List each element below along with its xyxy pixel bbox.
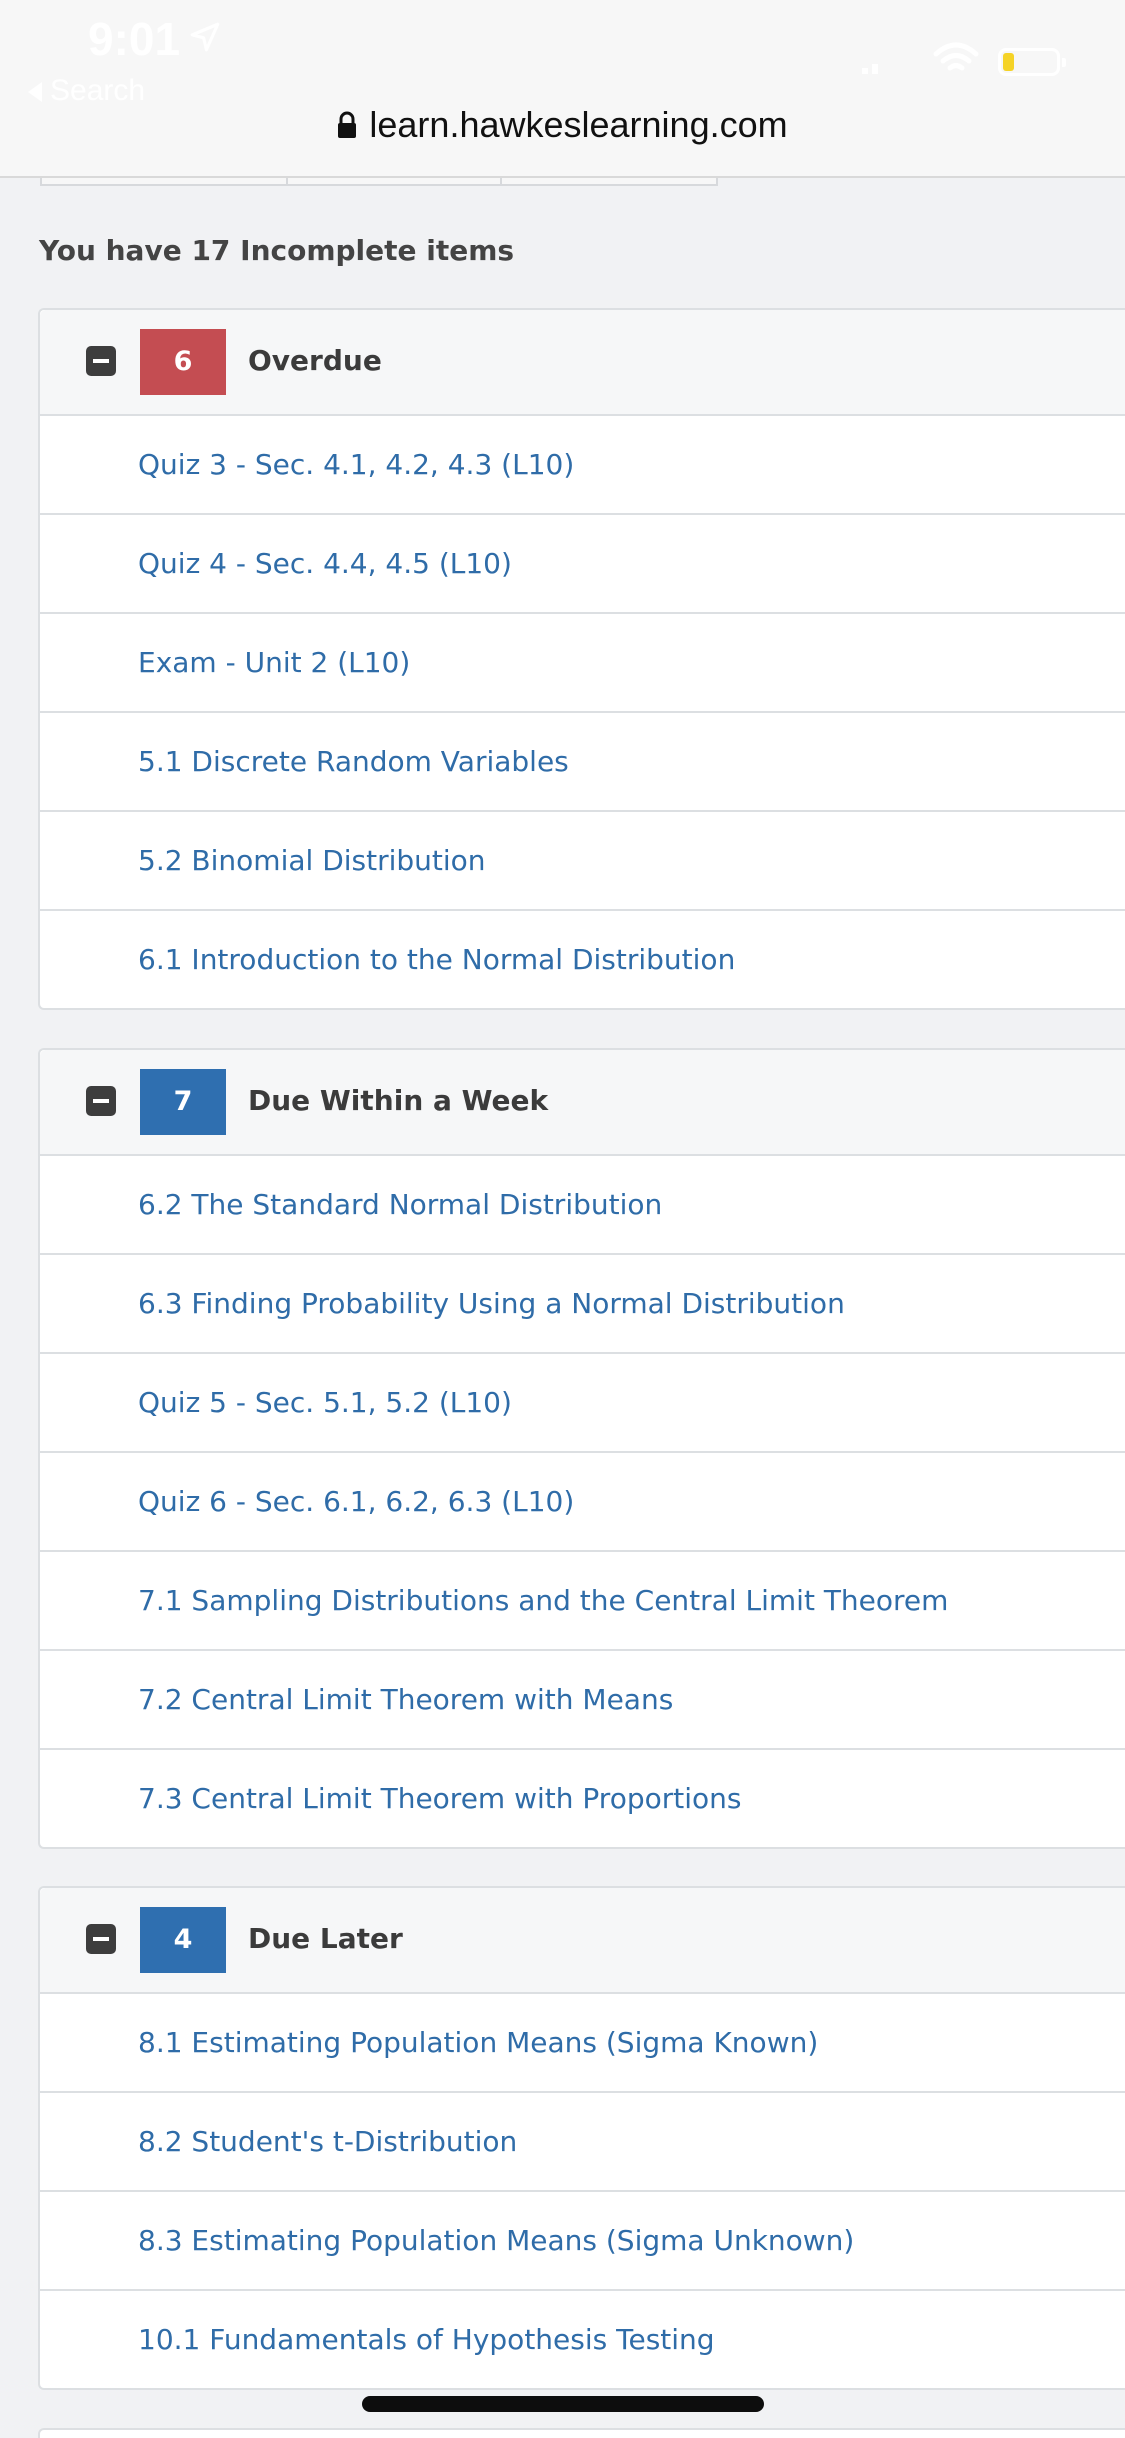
- lock-icon: [338, 111, 357, 138]
- battery-icon: [998, 48, 1066, 76]
- group-title: Due Later: [248, 1922, 403, 1955]
- cellular-signal-icon: [862, 64, 878, 74]
- assignment-link[interactable]: 6.2 The Standard Normal Distribution: [138, 1188, 662, 1221]
- list-item: 8.3 Estimating Population Means (Sigma U…: [40, 2192, 1125, 2291]
- group-overdue: 6 Overdue Quiz 3 - Sec. 4.1, 4.2, 4.3 (L…: [38, 308, 1125, 1010]
- assignment-link[interactable]: Quiz 3 - Sec. 4.1, 4.2, 4.3 (L10): [138, 448, 574, 481]
- list-item: Exam - Unit 2 (L10): [40, 614, 1125, 713]
- assignment-link[interactable]: 6.1 Introduction to the Normal Distribut…: [138, 943, 735, 976]
- list-item: 6.3 Finding Probability Using a Normal D…: [40, 1255, 1125, 1354]
- list-item: 5.2 Binomial Distribution: [40, 812, 1125, 911]
- battery-level: [1003, 53, 1014, 71]
- overdue-count-badge: 6: [140, 329, 226, 395]
- list-item: 6.2 The Standard Normal Distribution: [40, 1156, 1125, 1255]
- list-item: 6.1 Introduction to the Normal Distribut…: [40, 911, 1125, 1008]
- list-item: 5.1 Discrete Random Variables: [40, 713, 1125, 812]
- list-item: 10.1 Fundamentals of Hypothesis Testing: [40, 2291, 1125, 2388]
- list-item: 8.1 Estimating Population Means (Sigma K…: [40, 1994, 1125, 2093]
- back-triangle-icon: [28, 82, 42, 103]
- tab-stub[interactable]: [286, 178, 502, 186]
- browser-top-bar: 9:01 Search learn.hawkeslearning.com: [0, 0, 1125, 178]
- wifi-icon: [933, 42, 979, 71]
- location-arrow-icon: [190, 22, 220, 52]
- address-bar[interactable]: learn.hawkeslearning.com: [0, 104, 1125, 146]
- list-item: 8.2 Student's t-Distribution: [40, 2093, 1125, 2192]
- list-item: Quiz 4 - Sec. 4.4, 4.5 (L10): [40, 515, 1125, 614]
- incomplete-items-heading: You have 17 Incomplete items: [39, 234, 515, 267]
- assignment-link[interactable]: 5.2 Binomial Distribution: [138, 844, 486, 877]
- later-count-badge: 4: [140, 1907, 226, 1973]
- group-title: Due Within a Week: [248, 1084, 549, 1117]
- group-due-later: 4 Due Later 8.1 Estimating Population Me…: [38, 1886, 1125, 2390]
- collapse-minus-icon[interactable]: [86, 346, 116, 376]
- home-indicator[interactable]: [362, 2396, 764, 2412]
- list-item: 7.3 Central Limit Theorem with Proportio…: [40, 1750, 1125, 1847]
- back-label: Search: [50, 74, 146, 107]
- tab-stub[interactable]: [500, 178, 718, 186]
- assignment-link[interactable]: Exam - Unit 2 (L10): [138, 646, 410, 679]
- assignment-link[interactable]: Quiz 4 - Sec. 4.4, 4.5 (L10): [138, 547, 512, 580]
- group-header[interactable]: 4 Due Later: [40, 1888, 1125, 1994]
- assignment-link[interactable]: 5.1 Discrete Random Variables: [138, 745, 569, 778]
- tab-strip: [40, 178, 1125, 186]
- group-header[interactable]: 6 Overdue: [40, 310, 1125, 416]
- tab-stub[interactable]: [40, 178, 288, 186]
- assignment-link[interactable]: 6.3 Finding Probability Using a Normal D…: [138, 1287, 845, 1320]
- assignment-link[interactable]: 7.3 Central Limit Theorem with Proportio…: [138, 1782, 741, 1815]
- assignment-link[interactable]: 7.1 Sampling Distributions and the Centr…: [138, 1584, 948, 1617]
- assignment-link[interactable]: 10.1 Fundamentals of Hypothesis Testing: [138, 2323, 715, 2356]
- group-title: Overdue: [248, 344, 382, 377]
- list-item: Quiz 3 - Sec. 4.1, 4.2, 4.3 (L10): [40, 416, 1125, 515]
- collapse-minus-icon[interactable]: [86, 1924, 116, 1954]
- list-item: 7.2 Central Limit Theorem with Means: [40, 1651, 1125, 1750]
- assignment-link[interactable]: 8.2 Student's t-Distribution: [138, 2125, 517, 2158]
- assignment-link[interactable]: 8.1 Estimating Population Means (Sigma K…: [138, 2026, 818, 2059]
- assignment-link[interactable]: 8.3 Estimating Population Means (Sigma U…: [138, 2224, 854, 2257]
- collapse-minus-icon[interactable]: [86, 1086, 116, 1116]
- battery-nub: [1062, 58, 1066, 67]
- group-header[interactable]: 7 Due Within a Week: [40, 1050, 1125, 1156]
- assignment-link[interactable]: Quiz 6 - Sec. 6.1, 6.2, 6.3 (L10): [138, 1485, 574, 1518]
- next-group-edge: [38, 2428, 1125, 2438]
- back-to-search-button[interactable]: Search: [28, 74, 145, 108]
- url-text: learn.hawkeslearning.com: [369, 104, 788, 145]
- week-count-badge: 7: [140, 1069, 226, 1135]
- status-time: 9:01: [88, 13, 181, 65]
- list-item: Quiz 6 - Sec. 6.1, 6.2, 6.3 (L10): [40, 1453, 1125, 1552]
- assignment-link[interactable]: Quiz 5 - Sec. 5.1, 5.2 (L10): [138, 1386, 512, 1419]
- list-item: 7.1 Sampling Distributions and the Centr…: [40, 1552, 1125, 1651]
- group-due-within-week: 7 Due Within a Week 6.2 The Standard Nor…: [38, 1048, 1125, 1849]
- assignment-link[interactable]: 7.2 Central Limit Theorem with Means: [138, 1683, 673, 1716]
- list-item: Quiz 5 - Sec. 5.1, 5.2 (L10): [40, 1354, 1125, 1453]
